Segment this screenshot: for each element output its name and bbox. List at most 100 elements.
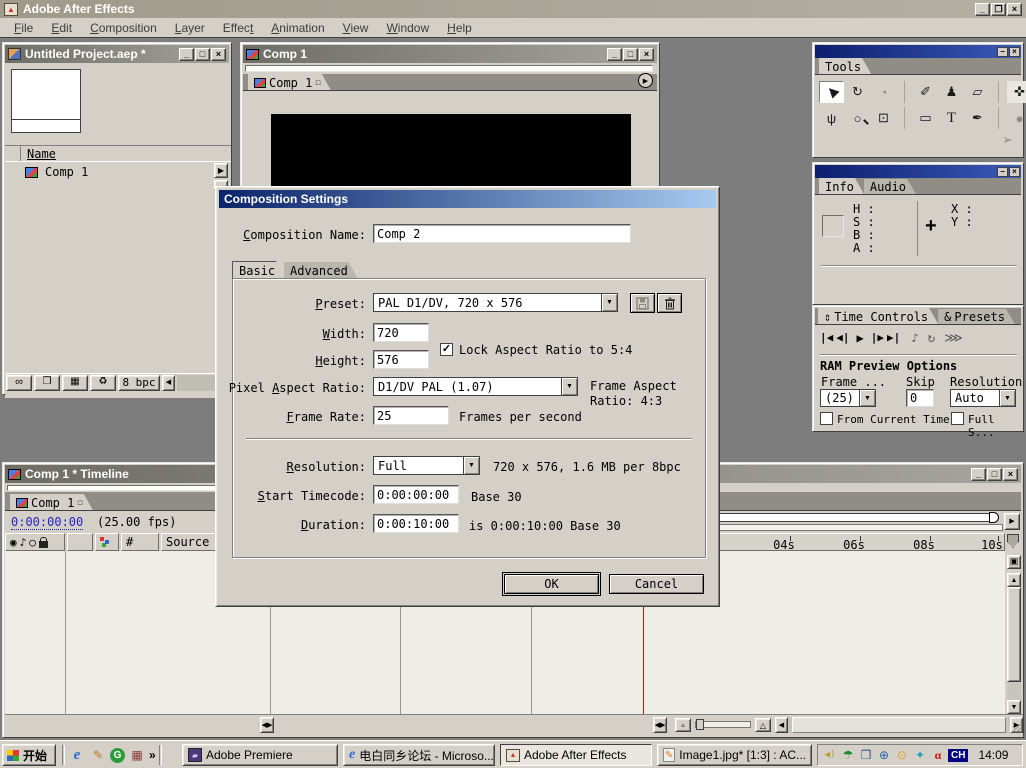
region-of-interest-tool[interactable]: ⊡: [871, 107, 896, 129]
duration-field[interactable]: [373, 514, 459, 533]
navigator-end-cap[interactable]: [989, 512, 999, 523]
menu-view[interactable]: View: [335, 19, 377, 37]
column-divider[interactable]: [65, 551, 66, 714]
height-field[interactable]: [373, 350, 429, 369]
pan-behind-tool[interactable]: ➢: [995, 131, 1020, 149]
menu-effect[interactable]: Effect: [215, 19, 261, 37]
close-icon[interactable]: ×: [639, 48, 654, 61]
composition-name-field[interactable]: [373, 224, 631, 243]
menu-composition[interactable]: Composition: [82, 19, 165, 37]
ime-indicator[interactable]: CH: [948, 749, 968, 762]
clone-stamp-tool[interactable]: ♟: [939, 81, 964, 103]
tools-titlebar[interactable]: − ×: [815, 45, 1021, 58]
last-frame-button[interactable]: ▶|: [887, 331, 900, 346]
scroll-thumb[interactable]: [1007, 587, 1021, 682]
tab-info[interactable]: Info: [819, 178, 864, 194]
comp-button[interactable]: ▣: [1007, 555, 1021, 569]
frame-select[interactable]: (25)▼: [820, 389, 876, 407]
timeline-flyout-button[interactable]: ▶: [1004, 513, 1020, 530]
hscroll-track[interactable]: [788, 717, 1010, 733]
volume-icon[interactable]: ◀): [822, 747, 838, 763]
minimize-icon[interactable]: _: [179, 48, 194, 61]
network-icon[interactable]: ❒: [858, 747, 874, 763]
eraser-tool[interactable]: ▱: [965, 81, 990, 103]
close-icon[interactable]: ×: [1007, 3, 1022, 16]
zoom-slider-thumb[interactable]: [696, 719, 704, 730]
tab-presets[interactable]: & Presets: [938, 309, 1015, 324]
pen-tool[interactable]: ✒: [965, 107, 990, 129]
cancel-button[interactable]: Cancel: [609, 574, 704, 594]
tab-close-box[interactable]: ◻: [315, 78, 320, 88]
next-frame-button[interactable]: |▶: [871, 331, 884, 346]
play-button[interactable]: ▶: [857, 331, 864, 346]
menu-layer[interactable]: Layer: [167, 19, 213, 37]
tab-audio[interactable]: Audio: [864, 179, 916, 194]
brush-tool[interactable]: ✐: [913, 81, 938, 103]
av-features-column[interactable]: ◉ ♪ ○: [5, 533, 65, 551]
task-acdsee-image[interactable]: ✎ Image1.jpg* [1:3] : AC...: [657, 744, 812, 766]
panel-splitter[interactable]: ◀▶: [260, 717, 274, 733]
resolution-select[interactable]: Auto▼: [950, 389, 1016, 407]
task-adobe-premiere[interactable]: ▰ Adobe Premiere: [182, 744, 338, 766]
rotation-tool[interactable]: ↻: [845, 81, 870, 103]
media-player-icon[interactable]: ▦: [128, 746, 146, 764]
comp-viewer-titlebar[interactable]: Comp 1 _ □ ×: [243, 45, 657, 63]
resolution-select[interactable]: Full▼: [373, 456, 480, 475]
viewer-menu-button[interactable]: ▶: [638, 73, 653, 88]
width-field[interactable]: [373, 323, 429, 342]
tab-timeline-comp1[interactable]: Comp 1 ◻: [10, 494, 93, 510]
menu-animation[interactable]: Animation: [263, 19, 332, 37]
globe-icon[interactable]: ⊕: [876, 747, 892, 763]
frame-rate-field[interactable]: [373, 406, 449, 425]
save-preset-button[interactable]: [630, 293, 655, 313]
dropdown-arrow-icon[interactable]: ▼: [859, 390, 875, 406]
label-column[interactable]: [67, 533, 93, 551]
chevrons-icon[interactable]: »: [149, 748, 156, 762]
resize-grip[interactable]: [1011, 723, 1021, 733]
menu-help[interactable]: Help: [439, 19, 480, 37]
internet-explorer-icon[interactable]: e: [68, 746, 86, 764]
minimize-icon[interactable]: −: [997, 167, 1008, 177]
getright-icon[interactable]: G: [110, 748, 125, 763]
flowchart-icon[interactable]: ▦: [62, 375, 88, 391]
selection-tool[interactable]: ▶: [819, 81, 844, 103]
dropdown-arrow-icon[interactable]: ▼: [601, 294, 617, 311]
panel-splitter[interactable]: ◀▶: [653, 717, 667, 733]
hand-tool[interactable]: ψ: [819, 107, 844, 129]
sphere-tool[interactable]: ●: [1007, 107, 1026, 129]
zoom-slider[interactable]: [695, 721, 751, 728]
minimize-icon[interactable]: _: [971, 468, 986, 481]
skip-field[interactable]: 0: [906, 389, 934, 407]
dropdown-arrow-icon[interactable]: ▼: [561, 378, 577, 395]
parent-column[interactable]: [95, 533, 119, 551]
restore-icon[interactable]: ❐: [991, 3, 1006, 16]
zoom-tool[interactable]: ○: [845, 107, 870, 129]
minimize-icon[interactable]: _: [975, 3, 990, 16]
name-column-header[interactable]: Name: [27, 147, 56, 161]
project-titlebar[interactable]: Untitled Project.aep * _ □ ×: [5, 45, 229, 63]
start-timecode-field[interactable]: [373, 485, 459, 504]
maximize-icon[interactable]: □: [623, 48, 638, 61]
tab-advanced[interactable]: Advanced: [284, 262, 358, 279]
menu-edit[interactable]: Edit: [43, 19, 80, 37]
eye-icon[interactable]: ◉: [10, 536, 17, 549]
folder-icon[interactable]: ❒: [34, 375, 60, 391]
close-icon[interactable]: ×: [211, 48, 226, 61]
hscroll-thumb[interactable]: [792, 717, 1006, 733]
tab-close-box[interactable]: ◻: [77, 498, 82, 508]
close-icon[interactable]: ×: [1009, 167, 1020, 177]
task-after-effects-active[interactable]: ▲ Adobe After Effects: [500, 744, 652, 766]
camera-axis-tool[interactable]: ✜: [1007, 81, 1026, 103]
previous-frame-button[interactable]: ◀|: [836, 331, 849, 346]
current-timecode[interactable]: 0:00:00:00: [11, 515, 83, 530]
close-icon[interactable]: ×: [1009, 47, 1020, 57]
v-scrollbar[interactable]: ▲ ▼: [1007, 573, 1021, 714]
start-button[interactable]: 开始: [2, 744, 56, 766]
audio-icon[interactable]: ♪: [20, 536, 27, 549]
menu-window[interactable]: Window: [378, 19, 437, 37]
solo-icon[interactable]: ○: [29, 536, 36, 549]
tab-tools[interactable]: Tools: [819, 58, 871, 74]
dropdown-arrow-icon[interactable]: ▼: [999, 390, 1015, 406]
audio-button[interactable]: ♪: [911, 331, 918, 346]
hscroll-left-icon[interactable]: ◀: [162, 375, 175, 391]
